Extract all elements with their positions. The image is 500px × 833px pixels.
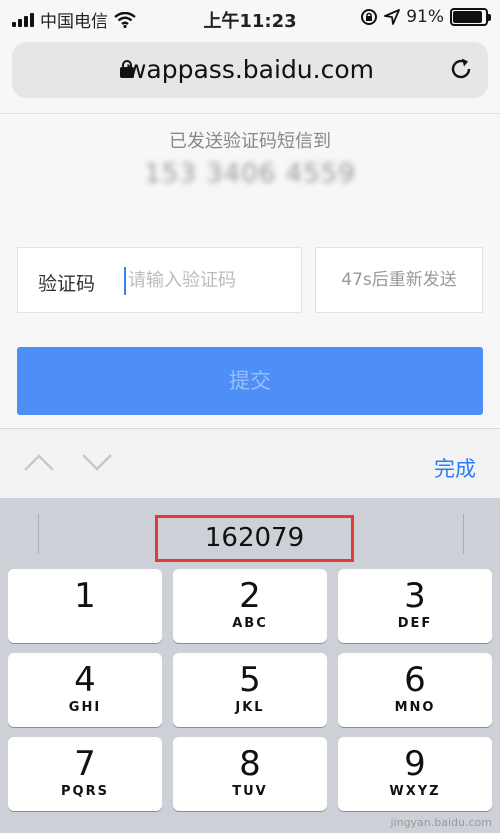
key-letters: JKL xyxy=(235,700,265,715)
battery-percent: 91% xyxy=(406,7,444,27)
key-number: 2 xyxy=(239,576,261,616)
chevron-up-icon[interactable] xyxy=(22,451,56,473)
keyboard-accessory-bar: 完成 xyxy=(0,428,500,498)
key-4[interactable]: 4 GHI xyxy=(8,653,162,727)
address-bar[interactable]: wappass.baidu.com xyxy=(12,42,488,98)
browser-toolbar: wappass.baidu.com xyxy=(0,36,500,114)
key-letters: DEF xyxy=(397,616,433,631)
status-bar: 中国电信 上午11:23 91% xyxy=(0,0,500,36)
suggestion-divider xyxy=(463,514,464,554)
chevron-down-icon[interactable] xyxy=(80,451,114,473)
suggestion-bar: 162079 xyxy=(0,498,500,564)
status-right: 91% xyxy=(360,7,491,27)
location-icon xyxy=(384,9,401,25)
code-suggestion[interactable]: 162079 xyxy=(155,515,354,562)
verification-code-input[interactable] xyxy=(128,262,293,298)
rotation-lock-icon xyxy=(361,9,378,25)
verification-page: 已发送验证码短信到 153 3406 4559 验证码 47s后重新发送 提交 xyxy=(0,115,500,427)
battery-icon xyxy=(450,8,491,26)
verification-code-field[interactable]: 验证码 xyxy=(17,247,302,313)
key-number: 1 xyxy=(74,576,96,616)
key-2[interactable]: 2 ABC xyxy=(173,569,327,643)
key-number: 3 xyxy=(404,576,426,616)
suggestion-divider xyxy=(38,514,39,554)
key-8[interactable]: 8 TUV xyxy=(173,737,327,811)
key-3[interactable]: 3 DEF xyxy=(338,569,492,643)
key-letters: WXYZ xyxy=(389,784,441,799)
key-letters: MNO xyxy=(394,700,436,715)
key-7[interactable]: 7 PQRS xyxy=(8,737,162,811)
key-letters: GHI xyxy=(68,700,102,715)
key-number: 7 xyxy=(74,744,96,784)
numeric-keyboard: 162079 1 2 ABC 3 DEF 4 GHI 5 JKL 6 MNO 7… xyxy=(0,498,500,833)
submit-button[interactable]: 提交 xyxy=(17,347,483,415)
key-number: 9 xyxy=(404,744,426,784)
key-5[interactable]: 5 JKL xyxy=(173,653,327,727)
key-6[interactable]: 6 MNO xyxy=(338,653,492,727)
done-button[interactable]: 完成 xyxy=(434,453,476,483)
key-number: 6 xyxy=(404,660,426,700)
key-letters: PQRS xyxy=(61,784,109,799)
code-label: 验证码 xyxy=(38,273,96,295)
key-number: 5 xyxy=(239,660,261,700)
key-number: 4 xyxy=(74,660,96,700)
masked-phone-number: 153 3406 4559 xyxy=(144,159,356,189)
url-text[interactable]: wappass.baidu.com xyxy=(12,55,488,84)
sent-message: 已发送验证码短信到 xyxy=(169,131,331,152)
resend-code-button[interactable]: 47s后重新发送 xyxy=(315,247,483,313)
battery-fill xyxy=(453,11,483,23)
key-letters: TUV xyxy=(232,784,268,799)
key-9[interactable]: 9 WXYZ xyxy=(338,737,492,811)
watermark: jingyan.baidu.com xyxy=(390,816,492,829)
reload-icon[interactable] xyxy=(448,56,474,82)
key-1[interactable]: 1 xyxy=(8,569,162,643)
key-number: 8 xyxy=(239,744,261,784)
text-caret xyxy=(124,267,126,295)
key-letters: ABC xyxy=(232,616,268,631)
